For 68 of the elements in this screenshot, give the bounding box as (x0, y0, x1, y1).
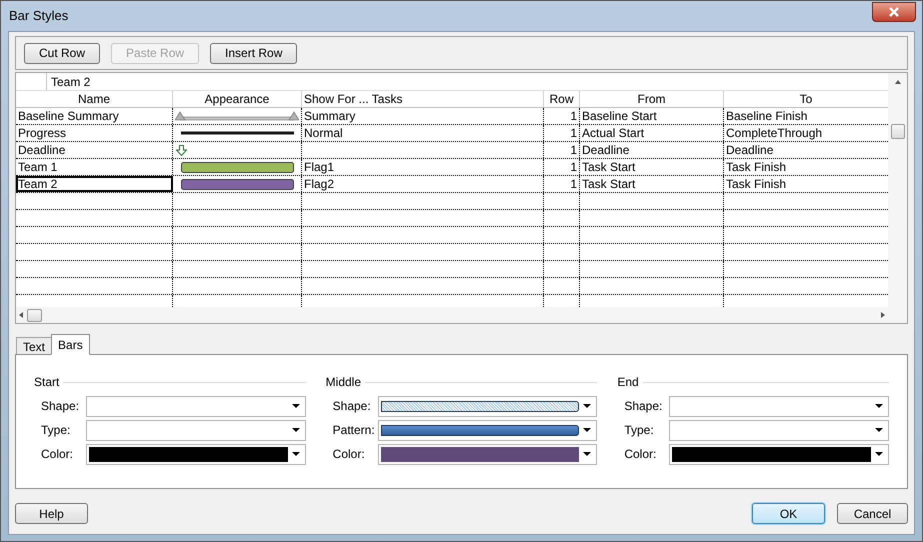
field-label: Shape: (332, 398, 372, 415)
dropdown-field[interactable] (86, 396, 306, 416)
toolbar-button[interactable]: Insert Row (210, 42, 298, 64)
table-cell: 1 (544, 142, 580, 158)
table-cell: Team 1 (16, 159, 173, 175)
field-label: Pattern: (332, 422, 376, 439)
field-label: Type: (41, 422, 72, 439)
scroll-up-icon[interactable] (894, 80, 900, 84)
caret-icon (583, 452, 592, 456)
horizontal-scrollbar[interactable] (16, 307, 888, 323)
table-cell: Baseline Start (580, 108, 724, 124)
dropdown-field[interactable] (669, 396, 889, 416)
table-cell: Deadline (580, 142, 724, 158)
table-cell: Summary (302, 108, 544, 124)
scroll-left-icon[interactable] (19, 312, 23, 318)
field-label: Color: (624, 446, 658, 463)
caret-icon (583, 404, 592, 408)
table-cell: Task Start (580, 176, 724, 192)
caret-icon (292, 428, 300, 432)
dialog-button[interactable]: Help (15, 503, 88, 524)
caret-icon (874, 404, 883, 408)
table-cell: Progress (16, 125, 173, 141)
dropdown-field[interactable] (378, 396, 598, 416)
table-cell: Normal (302, 125, 544, 141)
tab[interactable]: Text (16, 337, 52, 355)
dropdown-field[interactable] (378, 444, 598, 464)
field-label: Shape: (624, 398, 664, 415)
dialog-button[interactable]: Cancel (837, 503, 908, 524)
table-cell: Actual Start (580, 125, 724, 141)
dropdown-field[interactable] (669, 420, 889, 440)
caret-icon (874, 428, 883, 432)
table-cell: Deadline (16, 142, 173, 158)
table-cell: 1 (544, 108, 580, 124)
cell-edit-field[interactable]: Team 2 (47, 73, 888, 90)
field-label: Color: (332, 446, 366, 463)
field-label: Shape: (41, 398, 80, 415)
table-cell: 1 (544, 125, 580, 141)
scroll-thumb[interactable] (27, 308, 42, 322)
vertical-scrollbar[interactable] (888, 73, 907, 323)
table-cell: 1 (544, 176, 580, 192)
dropdown-field[interactable] (86, 444, 306, 464)
dropdown-field[interactable] (86, 420, 306, 440)
field-label: Color: (41, 446, 74, 463)
close-button[interactable] (872, 2, 916, 22)
scroll-thumb[interactable] (890, 124, 904, 139)
table-cell: Flag2 (302, 176, 544, 192)
caret-icon (292, 404, 300, 408)
close-icon (888, 7, 900, 17)
tab[interactable]: Bars (51, 334, 90, 355)
caret-icon (583, 428, 592, 432)
window-title: Bar Styles (9, 7, 68, 26)
group-label: Middle (326, 374, 362, 391)
toolbar-button[interactable]: Cut Row (24, 42, 100, 64)
scroll-right-icon[interactable] (881, 312, 885, 318)
group-label: Start (34, 374, 60, 391)
caret-icon (874, 452, 883, 456)
group-label: End (617, 374, 639, 391)
field-label: Type: (624, 422, 655, 439)
table-cell: Task Start (580, 159, 724, 175)
dropdown-field[interactable] (669, 444, 889, 464)
table-cell: Baseline Summary (16, 108, 173, 124)
column-header: Show For ... Tasks (302, 91, 544, 107)
table-cell: Flag1 (302, 159, 544, 175)
dropdown-field[interactable] (378, 420, 598, 440)
table-cell: 1 (544, 159, 580, 175)
table-cell: Team 2 (16, 176, 173, 192)
dialog-button[interactable]: OK (752, 503, 825, 524)
caret-icon (292, 452, 300, 456)
